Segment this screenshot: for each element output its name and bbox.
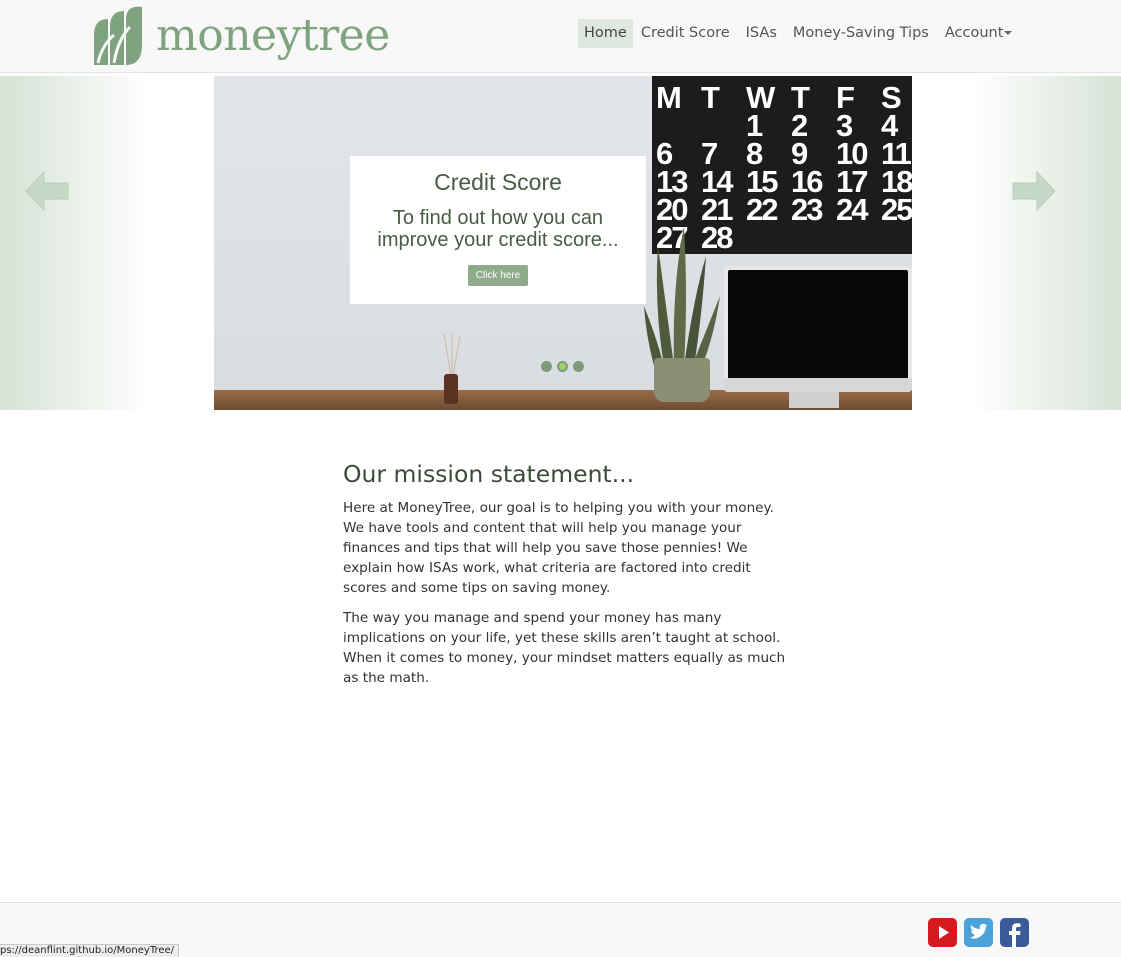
diffuser-sticks bbox=[443, 334, 461, 376]
navbar: moneytree Home Credit Score ISAs Money-S… bbox=[0, 0, 1121, 73]
calendar-day-cell bbox=[746, 224, 791, 252]
calendar-day-cell bbox=[881, 224, 912, 252]
calendar-day-cell: M bbox=[656, 80, 682, 115]
calendar-day-cell: 24 bbox=[836, 192, 868, 227]
carousel-right-fade bbox=[971, 76, 1121, 410]
carousel-indicators bbox=[541, 361, 584, 372]
click-here-button[interactable]: Click here bbox=[467, 265, 529, 286]
carousel-indicator-3[interactable] bbox=[573, 361, 584, 372]
calendar-day-cell bbox=[791, 224, 836, 252]
hero-carousel: M T W T F S 1 2 3 4 6 7 8 9 10 11 13 14 15 16 17 18 20 21 22 23 24… bbox=[0, 76, 1121, 410]
reed-diffuser bbox=[444, 374, 458, 404]
carousel-slide-image: M T W T F S 1 2 3 4 6 7 8 9 10 11 13 14 15 16 17 18 20 21 22 23 24… bbox=[214, 76, 912, 410]
nav-money-saving-tips[interactable]: Money-Saving Tips bbox=[785, 19, 937, 48]
mission-paragraph-1: Here at MoneyTree, our goal is to helpin… bbox=[343, 500, 774, 596]
twitter-icon[interactable] bbox=[964, 918, 993, 947]
carousel-caption: Credit Score To find out how you can imp… bbox=[350, 156, 646, 304]
nav-isas[interactable]: ISAs bbox=[738, 19, 785, 48]
caret-down-icon bbox=[1004, 31, 1013, 35]
plant-leaves bbox=[644, 226, 720, 366]
carousel-indicator-2[interactable] bbox=[557, 361, 568, 372]
carousel-indicator-1[interactable] bbox=[541, 361, 552, 372]
arrow-right-icon[interactable] bbox=[1009, 166, 1059, 216]
monitor-stand bbox=[789, 392, 839, 408]
mission-heading: Our mission statement... bbox=[343, 460, 635, 488]
brand-logo[interactable]: moneytree bbox=[92, 5, 390, 67]
main-nav: Home Credit Score ISAs Money-Saving Tips… bbox=[578, 19, 1020, 48]
nav-account-dropdown[interactable]: Account bbox=[937, 19, 1021, 48]
calendar-day-cell bbox=[836, 224, 881, 252]
brand-name: moneytree bbox=[156, 10, 390, 61]
calendar-day-cell: 22 bbox=[746, 192, 778, 227]
mission-paragraph-2: The way you manage and spend your money … bbox=[343, 610, 786, 686]
social-links bbox=[928, 918, 1029, 947]
moneytree-logo-icon bbox=[94, 6, 142, 65]
calendar-day-cell: 25 bbox=[881, 192, 912, 227]
nav-credit-score[interactable]: Credit Score bbox=[633, 19, 738, 48]
calendar-day-cell: T bbox=[701, 80, 720, 115]
monitor-screen bbox=[728, 270, 908, 382]
calendar-day-cell: 23 bbox=[791, 192, 823, 227]
plant-pot bbox=[654, 358, 710, 402]
carousel-left-fade bbox=[0, 76, 150, 410]
youtube-icon[interactable] bbox=[928, 918, 957, 947]
caption-title: Credit Score bbox=[434, 169, 562, 195]
monitor-chin bbox=[724, 378, 912, 392]
caption-text: To find out how you can improve your cre… bbox=[377, 207, 619, 251]
nav-home[interactable]: Home bbox=[578, 19, 633, 48]
mission-section: Our mission statement... Here at MoneyTr… bbox=[343, 460, 788, 698]
arrow-left-icon[interactable] bbox=[22, 166, 72, 216]
desktop-monitor bbox=[724, 266, 912, 392]
nav-account-label: Account bbox=[944, 25, 1004, 41]
facebook-icon[interactable] bbox=[1000, 918, 1029, 947]
status-bar-url: ps://deanflint.github.io/MoneyTree/ bbox=[0, 944, 180, 957]
